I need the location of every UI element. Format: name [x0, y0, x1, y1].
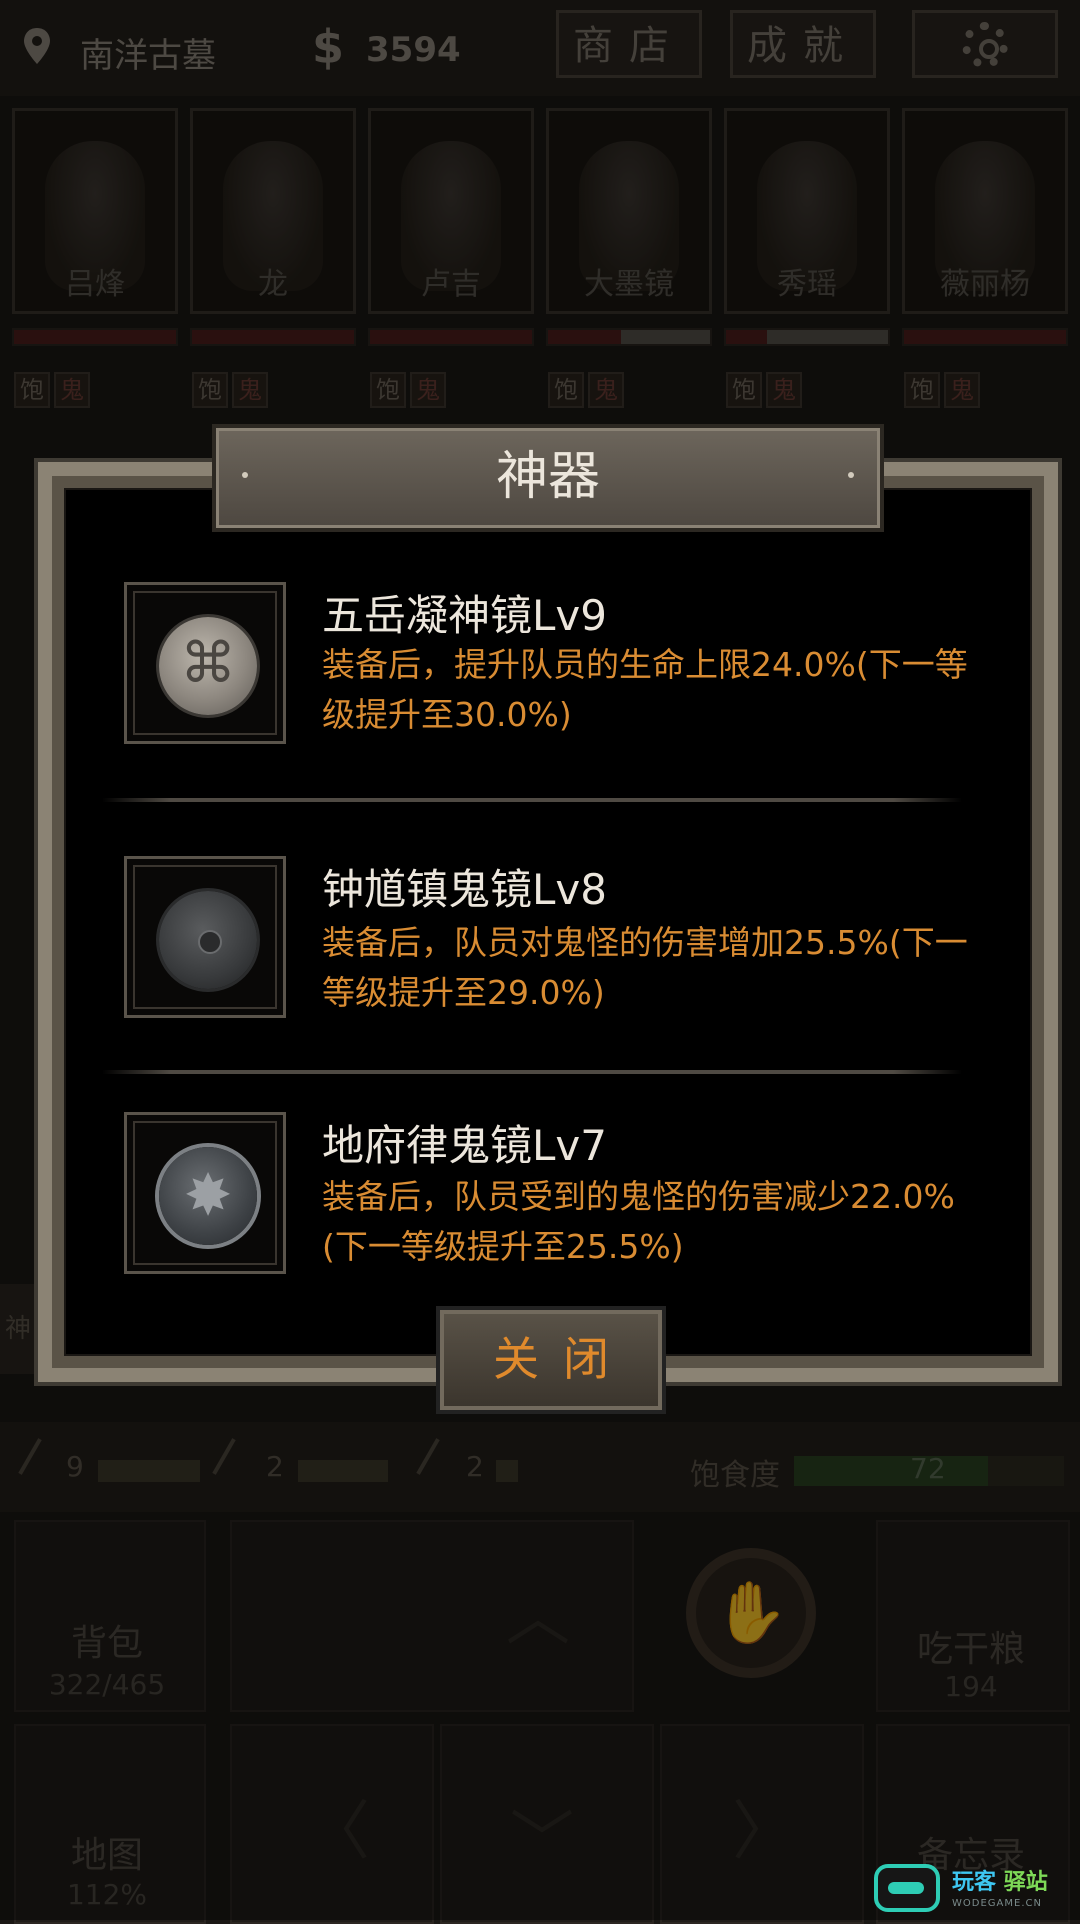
bronze-mirror-icon	[159, 891, 257, 989]
close-button[interactable]: 关闭	[436, 1306, 666, 1414]
artifact-name: 钟馗镇鬼镜Lv8	[322, 865, 607, 914]
dialog-title-plate: 神器	[212, 424, 884, 532]
divider	[102, 1070, 962, 1074]
silver-mirror-icon	[159, 617, 257, 715]
divider	[102, 798, 962, 802]
dialog-title: 神器	[495, 447, 600, 507]
artifact-description: 装备后，队员对鬼怪的伤害增加25.5%(下一等级提升至29.0%)	[322, 923, 968, 1012]
watermark-logo	[874, 1864, 940, 1912]
watermark-text: 玩客 驿站	[952, 1870, 1048, 1895]
artifact-description: 装备后，提升队员的生命上限24.0%(下一等级提升至30.0%)	[322, 645, 968, 734]
artifact-slot[interactable]	[124, 582, 286, 744]
artifact-description: 装备后，队员受到的鬼怪的伤害减少22.0%(下一等级提升至25.5%)	[322, 1177, 955, 1266]
star-mirror-icon	[159, 1147, 257, 1245]
artifact-slot[interactable]	[124, 856, 286, 1018]
artifact-name: 地府律鬼镜Lv7	[322, 1121, 607, 1170]
rivet-icon	[848, 472, 854, 478]
artifact-slot[interactable]	[124, 1112, 286, 1274]
watermark-subtext: WODEGAME.CN	[952, 1898, 1042, 1909]
rivet-icon	[242, 472, 248, 478]
artifact-name: 五岳凝神镜Lv9	[322, 591, 607, 640]
